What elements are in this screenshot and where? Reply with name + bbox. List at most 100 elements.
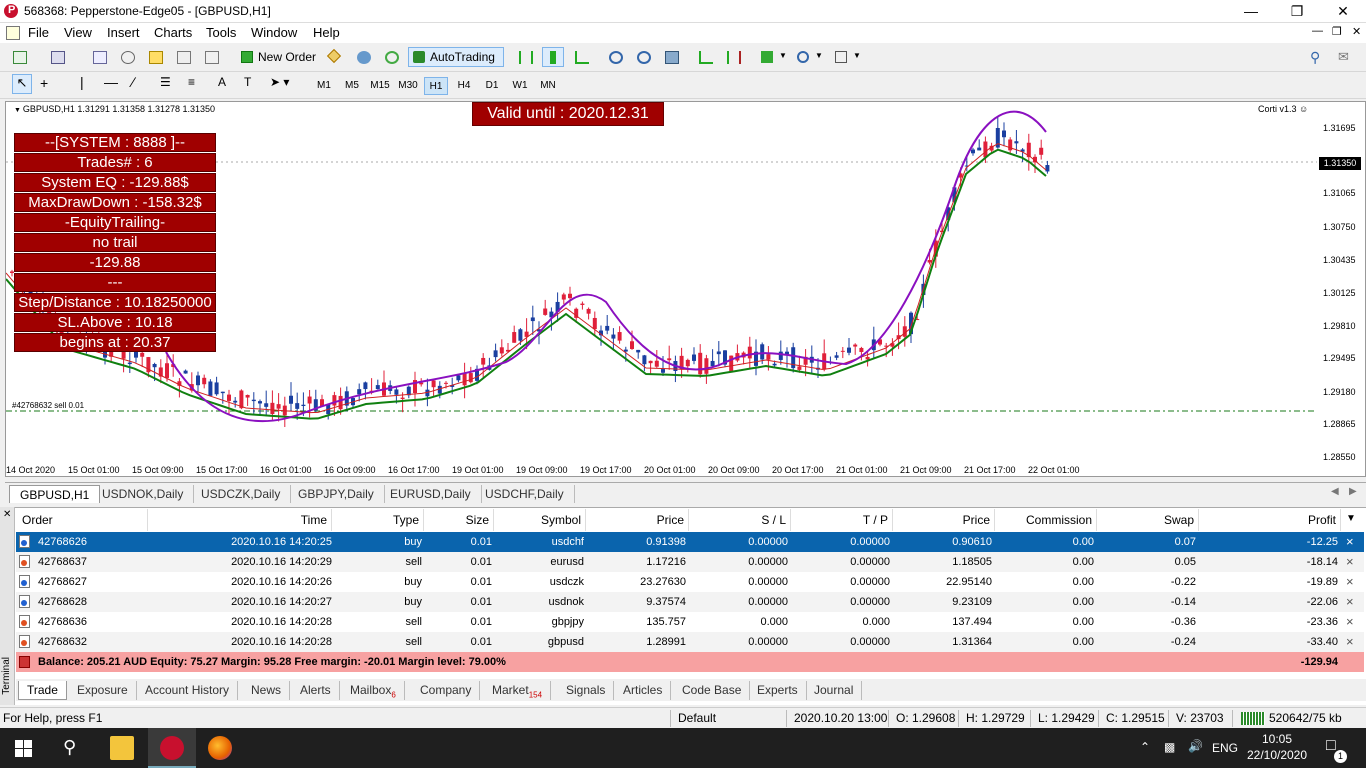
search-icon[interactable]: ⚲ (63, 737, 76, 758)
strategy-tester-icon[interactable] (200, 47, 222, 67)
table-row[interactable]: 42768628 2020.10.16 14:20:27 buy 0.01 us… (16, 592, 1364, 612)
close-order-icon[interactable]: × (1346, 552, 1354, 572)
windows-start-icon[interactable] (15, 740, 32, 757)
header-sl[interactable]: S / L (689, 509, 791, 531)
maximize-button[interactable]: ❐ (1274, 0, 1320, 23)
crosshair-icon[interactable]: + (40, 75, 48, 91)
balance-row[interactable]: Balance: 205.21 AUD Equity: 75.27 Margin… (16, 652, 1364, 672)
volume-icon[interactable]: 🔊 (1188, 739, 1203, 753)
minimize-button[interactable]: — (1228, 0, 1274, 23)
tab-company[interactable]: Company (412, 681, 481, 700)
cursor-icon[interactable]: ↖ (12, 74, 32, 94)
menu-window[interactable]: Window (251, 25, 297, 40)
tab-articles[interactable]: Articles (615, 681, 672, 700)
network-icon[interactable]: ▩ (1164, 740, 1175, 754)
chevron-up-icon[interactable]: ⌃ (1140, 740, 1150, 754)
tab-usdnok-daily[interactable]: USDNOK,Daily (92, 485, 195, 503)
profiles-icon[interactable] (46, 47, 68, 67)
terminal-close-icon[interactable]: ✕ (3, 509, 11, 520)
close-order-icon[interactable]: × (1346, 592, 1354, 612)
menu-tools[interactable]: Tools (206, 25, 236, 40)
tab-exposure[interactable]: Exposure (69, 681, 137, 700)
header-time[interactable]: Time (148, 509, 332, 531)
tab-eurusd-daily[interactable]: EURUSD,Daily (380, 485, 482, 503)
text-label-icon[interactable]: T (244, 75, 251, 89)
market-watch-icon[interactable] (88, 47, 110, 67)
clock-date[interactable]: 22/10/2020 (1246, 748, 1308, 762)
auto-trading-button[interactable]: AutoTrading (408, 47, 504, 67)
indicators-dropdown[interactable]: ▼ (756, 47, 788, 67)
tab-trade[interactable]: Trade (18, 681, 67, 700)
candlestick-chart-icon[interactable] (542, 47, 564, 67)
language-indicator[interactable]: ENG (1212, 741, 1238, 755)
tabs-scroll-left-icon[interactable]: ◀ (1331, 486, 1339, 497)
horizontal-line-icon[interactable]: — (104, 74, 118, 90)
header-price[interactable]: Price (586, 509, 689, 531)
timeframe-w1[interactable]: W1 (508, 77, 532, 95)
table-row[interactable]: 42768627 2020.10.16 14:20:26 buy 0.01 us… (16, 572, 1364, 592)
table-row[interactable]: 42768636 2020.10.16 14:20:28 sell 0.01 g… (16, 612, 1364, 632)
menu-charts[interactable]: Charts (154, 25, 192, 40)
chart-window-icon[interactable] (6, 26, 20, 40)
equidistant-channel-icon[interactable]: ☰ (160, 75, 171, 89)
taskbar-app-metatrader[interactable] (148, 728, 196, 768)
vertical-line-icon[interactable]: | (80, 74, 84, 90)
menu-file[interactable]: File (28, 25, 49, 40)
tabs-scroll-right-icon[interactable]: ▶ (1349, 486, 1357, 497)
close-order-icon[interactable]: × (1346, 532, 1354, 552)
search-icon[interactable]: ⚲ (1310, 49, 1320, 66)
table-row[interactable]: 42768626 2020.10.16 14:20:25 buy 0.01 us… (16, 532, 1364, 552)
text-icon[interactable]: A (218, 75, 226, 89)
timeframe-h4[interactable]: H4 (452, 77, 476, 95)
filter-icon[interactable]: ▼ (1346, 513, 1356, 524)
chat-icon[interactable]: ✉ (1338, 49, 1349, 65)
tab-gbpusd-h1[interactable]: GBPUSD,H1 (9, 485, 101, 503)
menu-help[interactable]: Help (313, 25, 340, 40)
tab-alerts[interactable]: Alerts (292, 681, 340, 700)
periods-dropdown[interactable]: ▼ (792, 47, 824, 67)
table-row[interactable]: 42768637 2020.10.16 14:20:29 sell 0.01 e… (16, 552, 1364, 572)
header-profit[interactable]: Profit (1199, 509, 1341, 531)
mdi-restore-button[interactable]: ❐ (1332, 25, 1342, 38)
zoom-in-icon[interactable] (604, 47, 626, 67)
chart-shift-icon[interactable] (722, 47, 744, 67)
mdi-close-button[interactable]: ✕ (1352, 25, 1361, 38)
mdi-minimize-button[interactable]: — (1312, 25, 1323, 37)
header-size[interactable]: Size (424, 509, 494, 531)
line-chart-icon[interactable] (570, 47, 592, 67)
timeframe-d1[interactable]: D1 (480, 77, 504, 95)
close-order-icon[interactable]: × (1346, 572, 1354, 592)
templates-dropdown[interactable]: ▼ (830, 47, 862, 67)
close-order-icon[interactable]: × (1346, 612, 1354, 632)
timeframe-m15[interactable]: M15 (368, 77, 392, 95)
tile-windows-icon[interactable] (660, 47, 682, 67)
clock-time[interactable]: 10:05 (1252, 732, 1302, 746)
tab-mailbox[interactable]: Mailbox6 (342, 681, 405, 700)
header-commission[interactable]: Commission (995, 509, 1097, 531)
auto-scroll-icon[interactable] (694, 47, 716, 67)
new-chart-icon[interactable] (8, 47, 30, 67)
trendline-icon[interactable]: ∕ (132, 74, 134, 90)
tab-usdchf-daily[interactable]: USDCHF,Daily (475, 485, 575, 503)
arrows-dropdown[interactable]: ➤ ▾ (270, 75, 289, 89)
data-window-icon[interactable] (116, 47, 138, 67)
tab-market[interactable]: Market154 (484, 681, 552, 700)
tab-account-history[interactable]: Account History (137, 681, 239, 700)
metaeditor-icon[interactable] (324, 47, 346, 67)
new-order-button[interactable]: New Order (236, 47, 320, 67)
close-order-icon[interactable]: × (1346, 632, 1354, 652)
bar-chart-icon[interactable] (514, 47, 536, 67)
menu-view[interactable]: View (64, 25, 92, 40)
file-explorer-icon[interactable] (110, 736, 134, 760)
close-button[interactable]: ✕ (1320, 0, 1366, 23)
terminal-icon[interactable] (172, 47, 194, 67)
header-order[interactable]: Order (16, 509, 148, 531)
timeframe-m1[interactable]: M1 (312, 77, 336, 95)
timeframe-h1[interactable]: H1 (424, 77, 448, 95)
header-swap[interactable]: Swap (1097, 509, 1199, 531)
tab-news[interactable]: News (243, 681, 291, 700)
timeframe-m30[interactable]: M30 (396, 77, 420, 95)
header-current-price[interactable]: Price (893, 509, 995, 531)
header-type[interactable]: Type (332, 509, 424, 531)
tab-gbpjpy-daily[interactable]: GBPJPY,Daily (288, 485, 385, 503)
